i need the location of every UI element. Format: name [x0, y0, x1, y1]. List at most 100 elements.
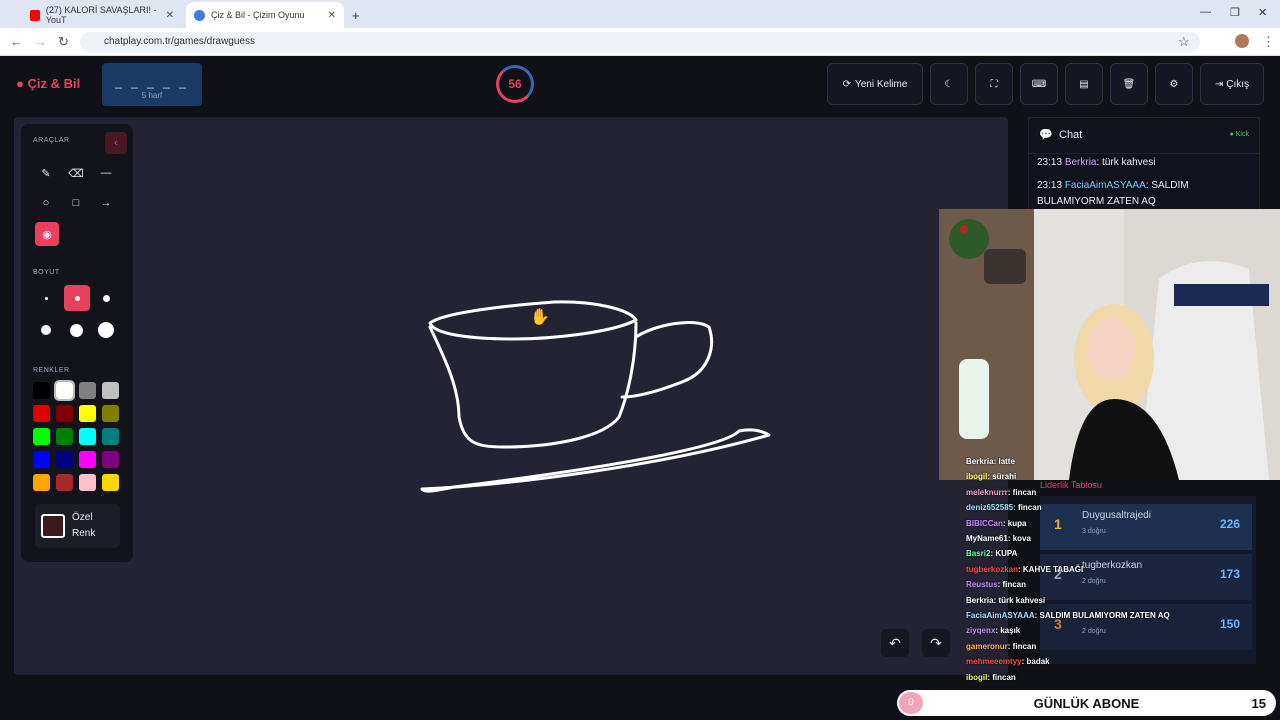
fullscreen-button[interactable]: ⛶ — [975, 63, 1013, 105]
sub-goal-label: GÜNLÜK ABONE — [1033, 696, 1140, 711]
size-s[interactable] — [64, 285, 90, 311]
colors-heading: RENKLER — [33, 367, 70, 374]
rectangle-tool[interactable]: □ — [65, 192, 87, 214]
chat-message: 23:13 FaciaAimASYAAA: SALDIM BULAMIYORM … — [1037, 180, 1189, 207]
arrow-tool[interactable]: → — [95, 192, 117, 214]
fill-tool[interactable]: ◉ — [35, 222, 59, 246]
leaderboard-row: 2 tugberkozkan 2 doğru 173 — [1040, 554, 1252, 600]
forward-icon[interactable]: → — [34, 34, 47, 49]
custom-color-button[interactable]: Özel Renk — [35, 504, 120, 548]
url-input[interactable]: chatplay.com.tr/games/drawguess — [80, 32, 1200, 52]
custom-color-swatch — [41, 514, 65, 538]
new-word-button[interactable]: ⟳ Yeni Kelime — [827, 63, 923, 105]
color-swatch[interactable] — [33, 405, 50, 422]
avatar[interactable] — [1235, 34, 1249, 48]
refresh-icon: ⟳ — [842, 78, 851, 90]
size-xl[interactable] — [65, 319, 87, 341]
color-swatch[interactable] — [102, 474, 119, 491]
keyboard-button[interactable]: ⌨ — [1020, 63, 1058, 105]
stream-chat-line: tugberkozkan: KAHVE TABAĞI — [966, 564, 1084, 574]
drawing-canvas[interactable]: ✋ — [14, 117, 1008, 675]
color-swatch[interactable] — [79, 474, 96, 491]
new-tab-button[interactable]: + — [344, 2, 368, 28]
color-swatch[interactable] — [102, 382, 119, 399]
moon-icon: ☾ — [944, 78, 954, 90]
close-icon[interactable]: ✕ — [328, 10, 336, 21]
size-xxl[interactable] — [95, 319, 117, 341]
tab-youtube[interactable]: (27) KALORİ SAVAŞLARI! - YouT ✕ — [22, 2, 182, 28]
circle-icon: ○ — [42, 197, 50, 209]
color-swatch[interactable] — [33, 382, 50, 399]
close-icon[interactable]: ✕ — [166, 10, 174, 21]
redo-button[interactable]: ↷ — [922, 629, 950, 657]
back-icon[interactable]: ← — [10, 34, 23, 49]
theme-toggle-button[interactable]: ☾ — [930, 63, 968, 105]
stream-chat-line: Berkria: latte — [966, 457, 1015, 466]
color-swatch[interactable] — [79, 382, 96, 399]
tab-drawguess[interactable]: Çiz & Bil - Çizim Oyunu ✕ — [186, 2, 344, 28]
line-tool[interactable]: — — [95, 162, 117, 184]
color-swatch[interactable] — [102, 405, 119, 422]
size-heading: BOYUT — [33, 269, 60, 276]
tools-heading: ARAÇLAR — [33, 137, 70, 144]
color-swatch[interactable] — [33, 428, 50, 445]
square-icon: □ — [72, 197, 80, 209]
exit-button[interactable]: ⇥ Çıkış — [1200, 63, 1264, 105]
archive-button[interactable]: ▤ — [1065, 63, 1103, 105]
minimize-icon[interactable]: — — [1200, 6, 1211, 18]
webcam-image — [939, 209, 1280, 480]
app-header: ● Çiz & Bil _ _ _ _ _ 5 harf 56 ⟳ Yeni K… — [0, 57, 1280, 115]
brush-tool[interactable]: ✎ — [35, 162, 57, 184]
settings-button[interactable]: ⚙ — [1155, 63, 1193, 105]
brush-icon: ✎ — [41, 167, 51, 180]
color-swatch[interactable] — [54, 380, 75, 401]
round-timer: 56 — [496, 65, 534, 103]
browser-tab-strip: (27) KALORİ SAVAŞLARI! - YouT ✕ Çiz & Bi… — [0, 0, 1280, 28]
color-swatch[interactable] — [102, 428, 119, 445]
color-swatch[interactable] — [56, 405, 73, 422]
palette-icon: ● — [16, 76, 24, 91]
tool-panel: ARAÇLAR ‹ ✎ ⌫ — ○ □ → ◉ BOYUT RENKLER Öz… — [21, 124, 133, 562]
color-swatch[interactable] — [33, 451, 50, 468]
tab-title: (27) KALORİ SAVAŞLARI! - YouT — [45, 5, 157, 25]
color-swatch[interactable] — [102, 451, 119, 468]
color-swatch[interactable] — [56, 451, 73, 468]
collapse-panel-button[interactable]: ‹ — [105, 132, 127, 154]
youtube-icon — [30, 9, 40, 21]
stream-chat-line: MyName61: kova — [966, 534, 1031, 543]
close-window-icon[interactable]: ✕ — [1258, 6, 1267, 19]
stream-chat-line: meleknurrr: fincan — [966, 487, 1037, 497]
archive-icon: ▤ — [1079, 78, 1089, 90]
stream-chat-line: gameronur: fincan — [966, 641, 1037, 651]
color-swatch[interactable] — [56, 474, 73, 491]
size-xs[interactable] — [35, 287, 57, 309]
size-m[interactable] — [95, 287, 117, 309]
bookmark-star-icon[interactable]: ☆ — [1178, 34, 1190, 50]
expand-icon: ⛶ — [990, 78, 998, 90]
leaderboard-title: Liderlik Tablosu — [1040, 480, 1102, 490]
reload-icon[interactable]: ↻ — [58, 34, 69, 50]
undo-icon: ↶ — [889, 635, 901, 651]
size-l[interactable] — [35, 319, 57, 341]
color-swatch[interactable] — [79, 405, 96, 422]
color-swatch[interactable] — [33, 474, 50, 491]
color-swatch[interactable] — [79, 451, 96, 468]
paint-bucket-icon: ◉ — [42, 228, 52, 241]
restore-icon[interactable]: ❐ — [1230, 6, 1240, 19]
chat-message: 23:13 Berkria: türk kahvesi — [1037, 157, 1156, 168]
tab-title: Çiz & Bil - Çizim Oyunu — [211, 10, 305, 20]
color-swatch[interactable] — [56, 428, 73, 445]
undo-button[interactable]: ↶ — [881, 629, 909, 657]
eraser-tool[interactable]: ⌫ — [65, 162, 87, 184]
chat-header: 💬 Chat ● Kick — [1029, 118, 1259, 154]
menu-icon[interactable]: ⋮ — [1262, 34, 1275, 50]
stream-chat-line: Basri2: KUPA — [966, 549, 1018, 559]
color-swatch[interactable] — [79, 428, 96, 445]
daily-sub-goal-bar: 0 GÜNLÜK ABONE 15 — [897, 690, 1276, 716]
gear-icon: ⚙ — [1169, 78, 1179, 90]
site-icon — [194, 9, 205, 21]
circle-tool[interactable]: ○ — [35, 192, 57, 214]
chat-panel: 💬 Chat ● Kick 23:13 Berkria: türk kahves… — [1028, 117, 1260, 217]
app-logo[interactable]: ● Çiz & Bil — [16, 76, 80, 91]
clear-button[interactable]: 🗑 — [1110, 63, 1148, 105]
